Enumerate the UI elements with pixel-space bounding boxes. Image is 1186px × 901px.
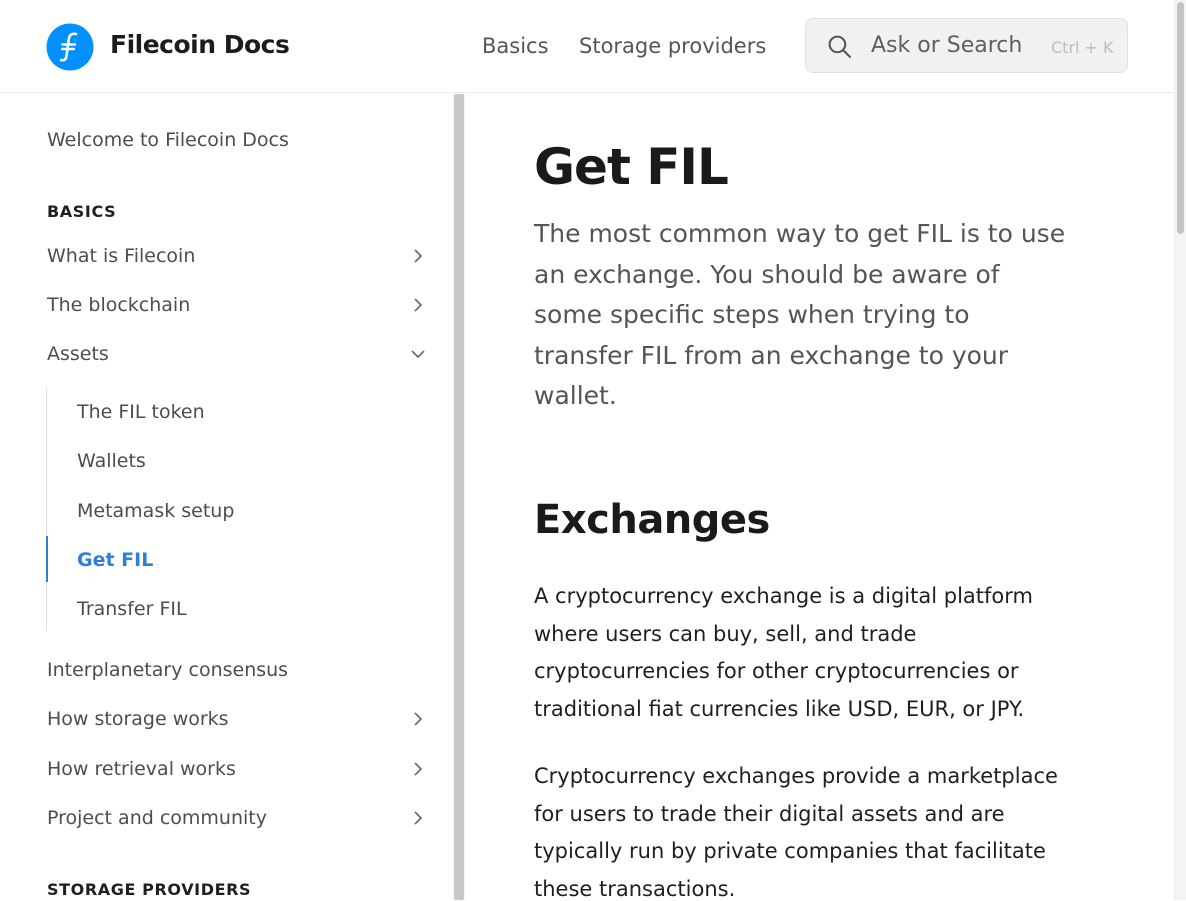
search-shortcut-hint: Ctrl + K xyxy=(1051,38,1114,57)
page-title: Get FIL xyxy=(534,138,729,196)
nav-link-basics[interactable]: Basics xyxy=(482,32,549,60)
chevron-right-icon[interactable] xyxy=(410,761,426,777)
sidebar-scrollbar[interactable] xyxy=(453,94,465,900)
filecoin-logo-icon[interactable] xyxy=(46,23,94,71)
sidebar-item-transfer-fil[interactable]: Transfer FIL xyxy=(77,596,187,622)
sidebar: Welcome to Filecoin Docs BASICS What is … xyxy=(0,94,453,900)
sidebar-item-the-fil-token[interactable]: The FIL token xyxy=(77,399,205,425)
search-placeholder: Ask or Search xyxy=(871,33,1023,58)
sidebar-item-what-is-filecoin[interactable]: What is Filecoin xyxy=(47,243,195,269)
paragraph: Cryptocurrency exchanges provide a marke… xyxy=(534,764,1058,900)
chevron-right-icon[interactable] xyxy=(410,248,426,264)
search-icon xyxy=(828,35,851,58)
sidebar-item-get-fil[interactable]: Get FIL xyxy=(77,547,153,573)
sidebar-item-how-retrieval-works[interactable]: How retrieval works xyxy=(47,756,236,782)
brand-title[interactable]: Filecoin Docs xyxy=(110,29,290,61)
sidebar-item-metamask-setup[interactable]: Metamask setup xyxy=(77,498,234,524)
sidebar-heading-storage-providers: STORAGE PROVIDERS xyxy=(47,880,252,899)
chevron-right-icon[interactable] xyxy=(410,810,426,826)
paragraph: A cryptocurrency exchange is a digital p… xyxy=(534,584,1033,722)
sidebar-scrollbar-thumb[interactable] xyxy=(454,94,464,900)
active-item-indicator xyxy=(46,536,48,582)
nav-link-storage-providers[interactable]: Storage providers xyxy=(579,32,766,60)
chevron-right-icon[interactable] xyxy=(410,297,426,313)
sidebar-item-welcome[interactable]: Welcome to Filecoin Docs xyxy=(47,127,289,153)
main-content: Get FIL The most common way to get FIL i… xyxy=(465,94,1174,900)
chevron-down-icon[interactable] xyxy=(410,346,426,362)
section-heading-exchanges: Exchanges xyxy=(534,497,770,543)
search-box[interactable]: Ask or Search Ctrl + K xyxy=(805,18,1128,73)
sidebar-item-how-storage-works[interactable]: How storage works xyxy=(47,706,229,732)
page-scrollbar[interactable] xyxy=(1174,0,1186,900)
sidebar-item-project-and-community[interactable]: Project and community xyxy=(47,805,267,831)
sidebar-item-the-blockchain[interactable]: The blockchain xyxy=(47,292,190,318)
sidebar-heading-basics: BASICS xyxy=(47,202,117,221)
site-header: Filecoin Docs Basics Storage providers A… xyxy=(0,0,1174,93)
submenu-guide-line xyxy=(46,388,47,631)
sidebar-item-assets[interactable]: Assets xyxy=(47,341,109,367)
sidebar-item-wallets[interactable]: Wallets xyxy=(77,448,146,474)
page-scrollbar-thumb[interactable] xyxy=(1177,2,1184,234)
chevron-right-icon[interactable] xyxy=(410,711,426,727)
sidebar-item-interplanetary-consensus[interactable]: Interplanetary consensus xyxy=(47,657,288,683)
page-lead: The most common way to get FIL is to use… xyxy=(534,219,1066,411)
